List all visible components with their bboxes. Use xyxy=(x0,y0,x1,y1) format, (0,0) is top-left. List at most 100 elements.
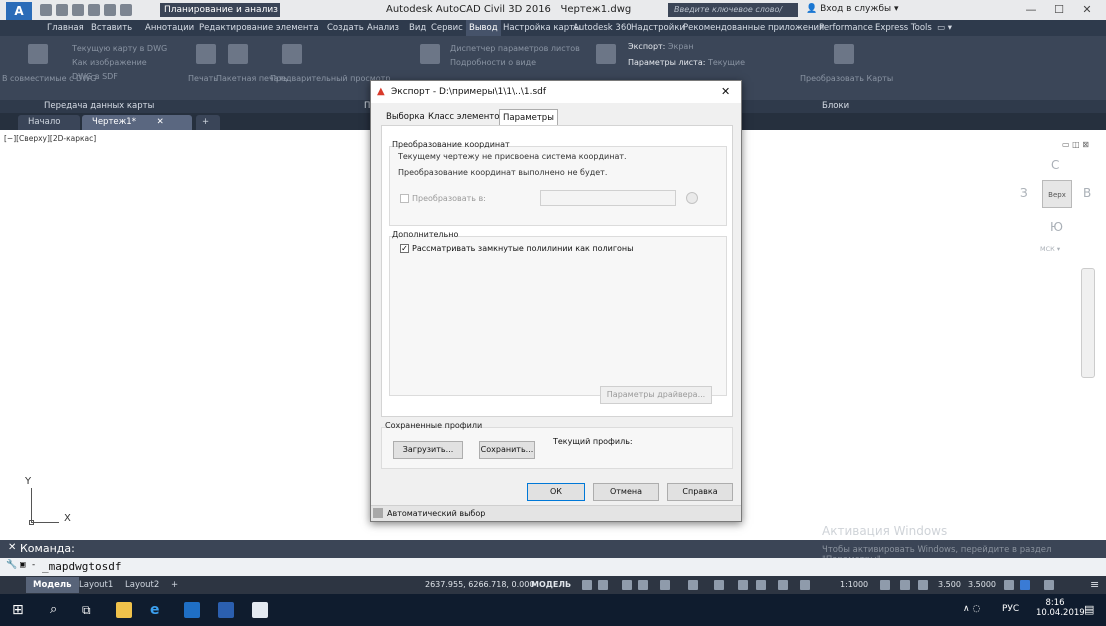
command-input[interactable]: 🔧 ▣ - _mapdwgtosdf xyxy=(0,558,1106,576)
tab-insert[interactable]: Вставить xyxy=(88,20,135,36)
viewport-window-controls[interactable]: ▭ ◫ ⊠ xyxy=(1062,140,1089,149)
ribbon-toggle-icon[interactable]: ▭ ▾ xyxy=(934,20,955,36)
save-icon[interactable] xyxy=(72,4,84,16)
new-icon[interactable] xyxy=(40,4,52,16)
page-setup-icon[interactable] xyxy=(420,44,440,64)
preview-icon[interactable] xyxy=(282,44,302,64)
word-icon[interactable] xyxy=(218,602,234,618)
compass-south[interactable]: Ю xyxy=(1050,220,1063,234)
search-input[interactable]: Введите ключевое слово/фразу xyxy=(668,3,798,28)
tab-options[interactable]: Параметры xyxy=(499,109,558,125)
treat-polylines-checkbox[interactable]: ✓ xyxy=(400,244,409,253)
model-space-button[interactable]: МОДЕЛЬ xyxy=(531,580,571,589)
maximize-button[interactable]: ☐ xyxy=(1046,2,1072,18)
tab-performance[interactable]: Performance xyxy=(816,20,876,36)
undo-icon[interactable] xyxy=(104,4,116,16)
compass-west[interactable]: З xyxy=(1020,186,1028,200)
compass-east[interactable]: В xyxy=(1083,186,1091,200)
language-indicator[interactable]: РУС xyxy=(1002,604,1019,614)
tab-start[interactable]: Начало xyxy=(18,115,80,130)
tray-icons[interactable]: ∧ ◌ xyxy=(963,604,980,614)
tab-create[interactable]: Создать xyxy=(324,20,367,36)
isolate-icon[interactable] xyxy=(1020,580,1030,590)
workspace-gear-icon[interactable] xyxy=(880,580,890,590)
close-button[interactable]: ✕ xyxy=(1074,2,1100,18)
plot-button[interactable]: Печать xyxy=(188,74,218,83)
lineweight-icon[interactable] xyxy=(738,580,748,590)
convert-maps-button[interactable]: Преобразовать Карты xyxy=(800,74,893,83)
tab-addins[interactable]: Надстройки xyxy=(628,20,688,36)
otrack-icon[interactable] xyxy=(688,580,698,590)
signin-button[interactable]: 👤 Вход в службы ▾ xyxy=(806,4,899,14)
minimize-button[interactable]: — xyxy=(1018,2,1044,18)
plot-icon[interactable] xyxy=(196,44,216,64)
view-details-button[interactable]: Подробности о виде xyxy=(450,58,536,67)
layout-tab-layout2[interactable]: Layout2 xyxy=(118,577,166,593)
wcs-menu[interactable]: МСК ▾ xyxy=(1040,245,1060,253)
help-button[interactable]: Справка xyxy=(667,483,733,501)
coord-system-picker-icon[interactable] xyxy=(686,192,698,204)
tab-tools[interactable]: Сервис xyxy=(428,20,466,36)
windows-start-icon[interactable]: ⊞ xyxy=(12,602,28,618)
layout-tab-model[interactable]: Модель xyxy=(26,577,79,593)
polar-icon[interactable] xyxy=(638,580,648,590)
value-2[interactable]: 3.5000 xyxy=(968,580,996,589)
annotation-visibility-icon[interactable] xyxy=(800,580,810,590)
open-icon[interactable] xyxy=(56,4,68,16)
navigation-bar[interactable] xyxy=(1081,268,1095,378)
dwg-to-sdf-button[interactable]: DWG в SDF xyxy=(72,72,118,81)
ok-button[interactable]: ОК xyxy=(527,483,585,501)
save-button[interactable]: Сохранить... xyxy=(479,441,535,459)
redo-icon[interactable] xyxy=(120,4,132,16)
close-cmd-icon[interactable]: ✕ xyxy=(8,542,16,553)
clock[interactable]: 8:16 10.04.2019 xyxy=(1036,598,1085,618)
outlook-icon[interactable] xyxy=(184,602,200,618)
viewcube-top[interactable]: Верх xyxy=(1042,180,1072,208)
search-icon[interactable]: ⌕ xyxy=(50,602,66,618)
clean-screen-icon[interactable] xyxy=(1044,580,1054,590)
coordinates-readout[interactable]: 2637.955, 6266.718, 0.000 xyxy=(425,580,534,589)
coord-system-input[interactable] xyxy=(540,190,676,206)
annotation-monitor-icon[interactable] xyxy=(900,580,910,590)
units-icon[interactable] xyxy=(918,580,928,590)
tab-drawing1[interactable]: Чертеж1* ✕ xyxy=(82,115,192,130)
current-map-to-dwg-button[interactable]: Текущую карту в DWG xyxy=(72,44,167,53)
as-image-button[interactable]: Как изображение xyxy=(72,58,147,67)
convert-to-checkbox[interactable] xyxy=(400,194,409,203)
value-1[interactable]: 3.500 xyxy=(938,580,961,589)
map-to-dwg-icon[interactable] xyxy=(28,44,48,64)
quick-properties-icon[interactable] xyxy=(1004,580,1014,590)
edge-icon[interactable]: e xyxy=(150,602,166,618)
osnap-icon[interactable] xyxy=(660,580,670,590)
notifications-icon[interactable]: ▤ xyxy=(1084,603,1094,616)
page-setup-manager-button[interactable]: Диспетчер параметров листов xyxy=(450,44,580,53)
tab-home[interactable]: Главная xyxy=(44,20,87,36)
tab-autodesk-360[interactable]: Autodesk 360 xyxy=(570,20,635,36)
compass-north[interactable]: С xyxy=(1051,158,1059,172)
load-button[interactable]: Загрузить... xyxy=(393,441,463,459)
add-layout-button[interactable]: + xyxy=(164,577,185,593)
workspace-selector[interactable]: Планирование и анализ ▾ xyxy=(160,3,280,29)
driver-params-button[interactable]: Параметры драйвера... xyxy=(600,386,712,404)
grid-icon[interactable] xyxy=(582,580,592,590)
autocad-taskbar-icon[interactable] xyxy=(252,602,268,618)
file-explorer-icon[interactable] xyxy=(116,602,132,618)
tab-featured-apps[interactable]: Рекомендованные приложения xyxy=(680,20,827,36)
tab-view[interactable]: Вид xyxy=(406,20,429,36)
convert-maps-icon[interactable] xyxy=(834,44,854,64)
export-value[interactable]: Экран xyxy=(668,42,694,51)
layout-tab-layout1[interactable]: Layout1 xyxy=(72,577,120,593)
tab-selection[interactable]: Выборка xyxy=(383,109,428,125)
tab-edit-element[interactable]: Редактирование элемента xyxy=(196,20,322,36)
tab-analyze[interactable]: Анализ xyxy=(364,20,402,36)
tab-express-tools[interactable]: Express Tools xyxy=(872,20,935,36)
recent-commands-icon[interactable]: ▣ - xyxy=(20,560,36,570)
task-view-icon[interactable]: ⧉ xyxy=(82,602,98,618)
print-icon[interactable] xyxy=(88,4,100,16)
selection-cycling-icon[interactable] xyxy=(778,580,788,590)
dialog-close-icon[interactable]: ✕ xyxy=(721,85,730,98)
annotation-scale[interactable]: 1:1000 xyxy=(840,580,868,589)
snap-icon[interactable] xyxy=(598,580,608,590)
tab-annotate[interactable]: Аннотации xyxy=(142,20,197,36)
autocad-logo-icon[interactable]: A xyxy=(6,2,32,20)
